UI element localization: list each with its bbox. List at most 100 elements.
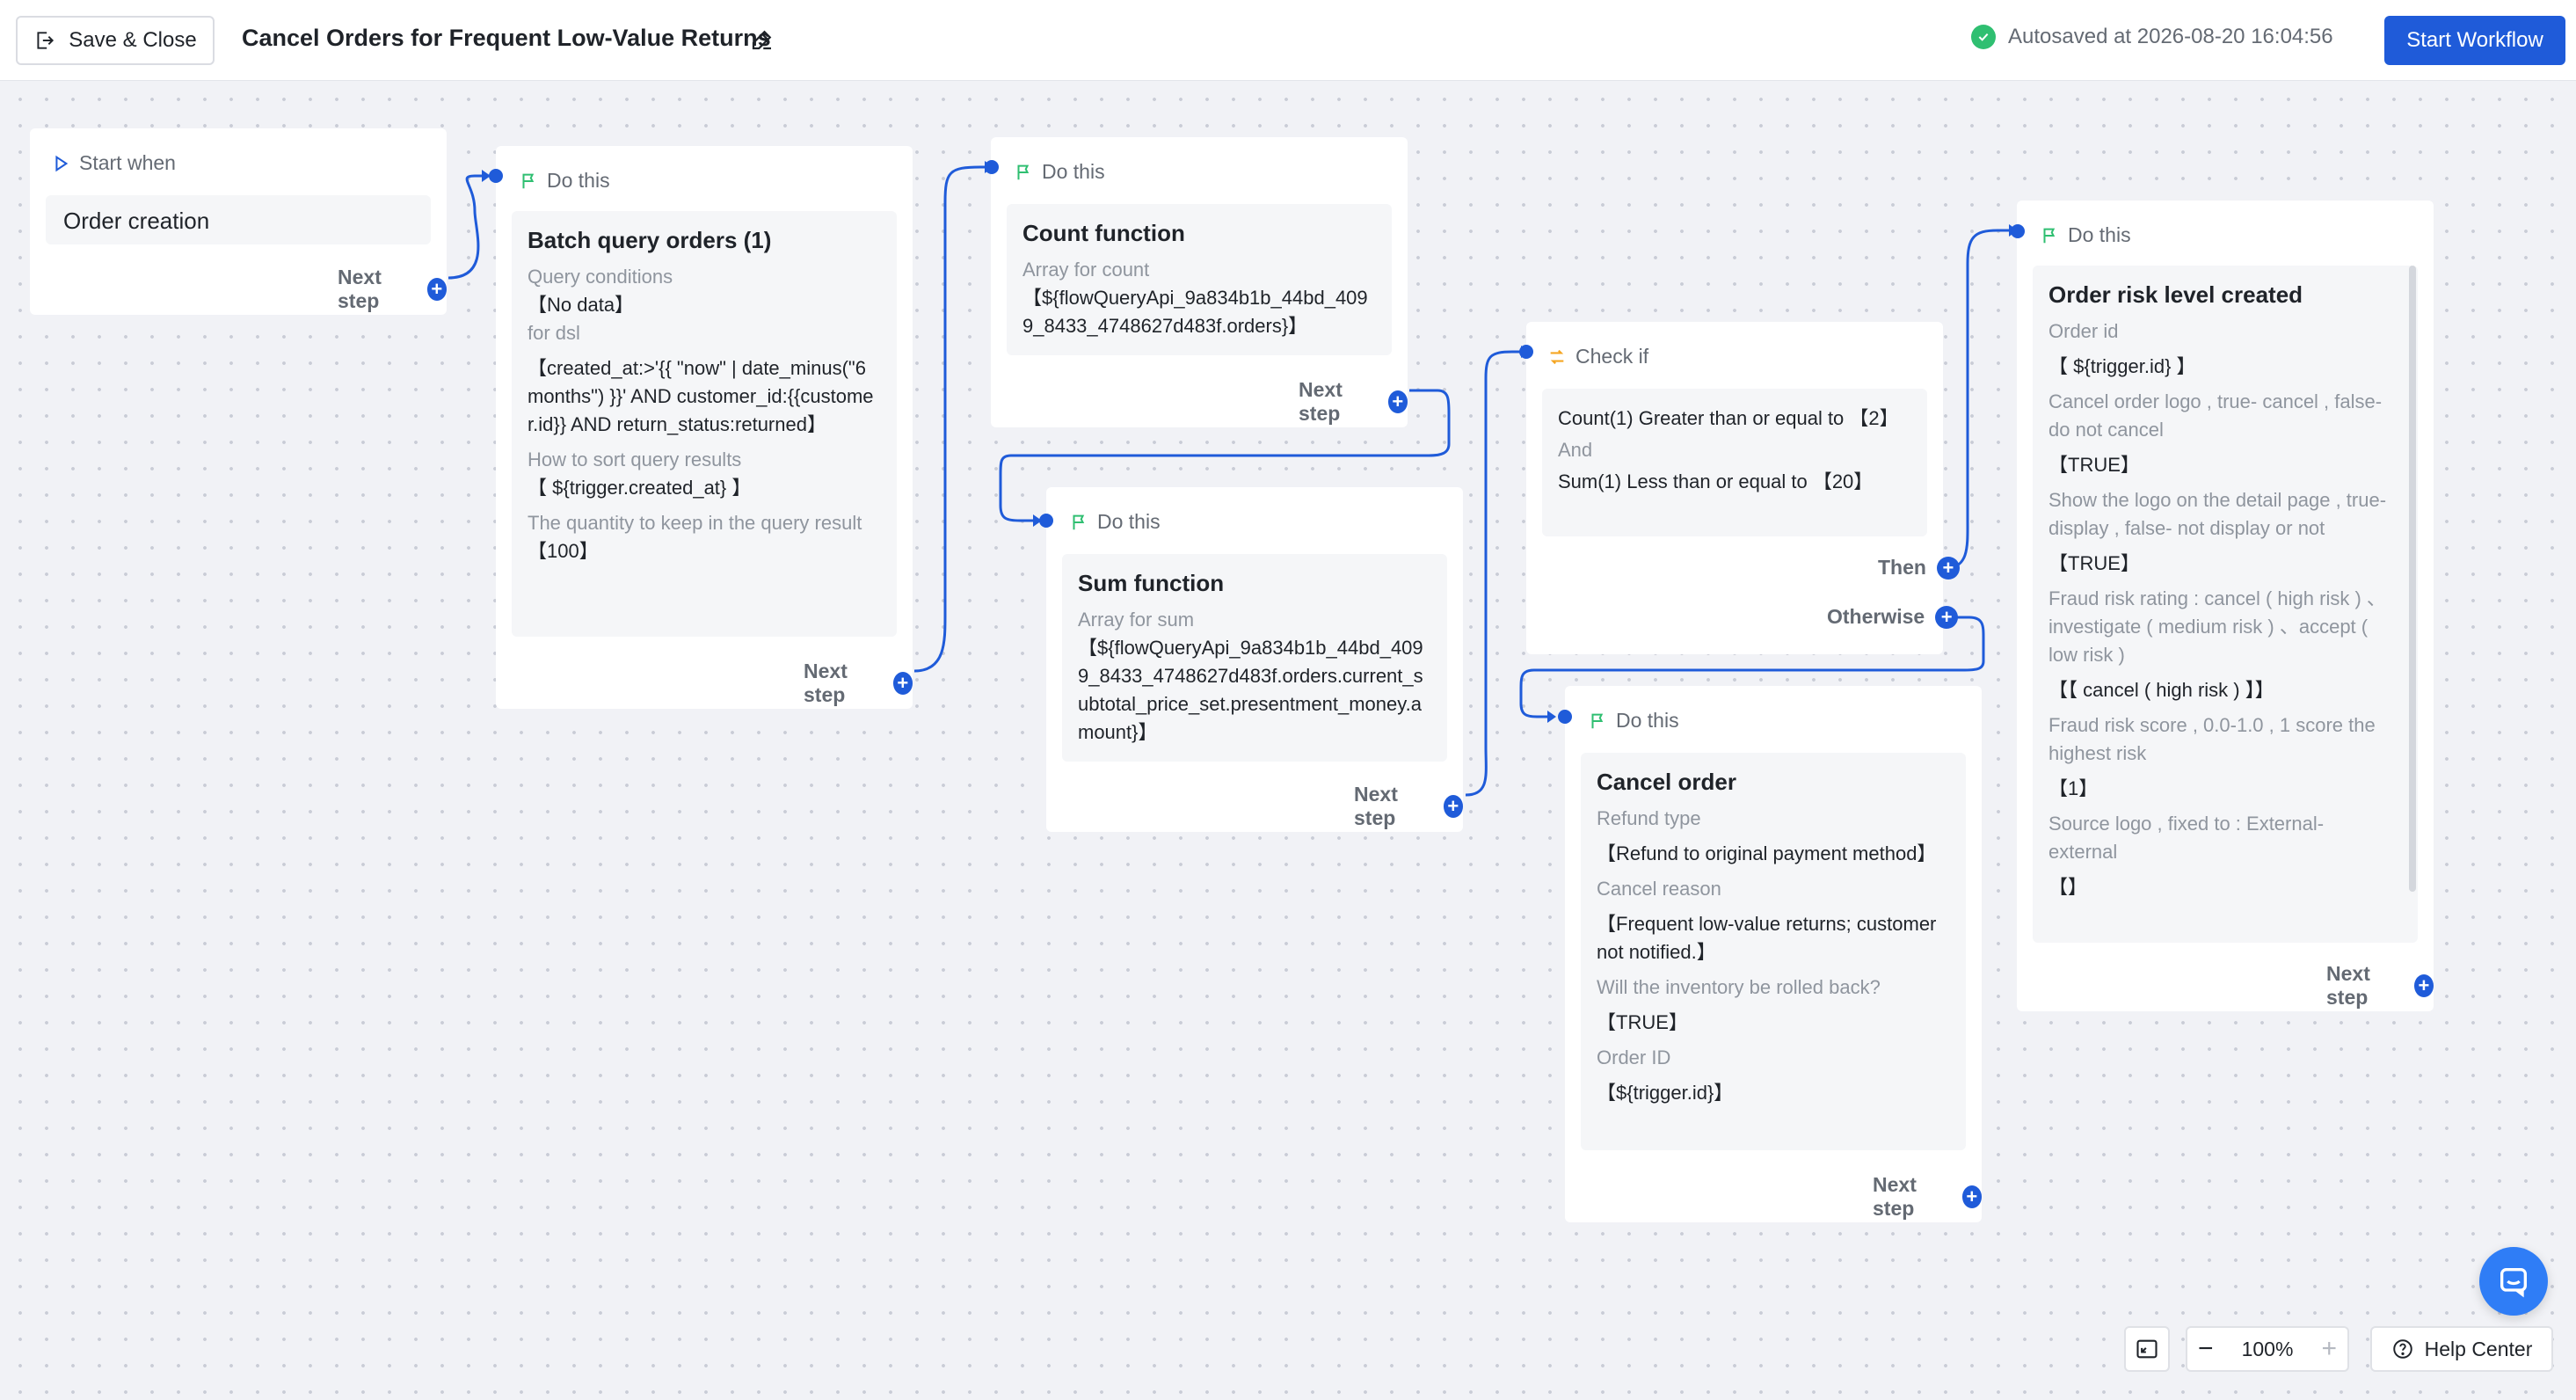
add-step-icon[interactable]: + [1387, 390, 1408, 413]
help-center-label: Help Center [2424, 1337, 2533, 1360]
add-step-icon[interactable]: + [1443, 795, 1463, 818]
add-step-icon[interactable]: + [892, 672, 913, 695]
count-function-card[interactable]: Do this Count function Array for count 【… [985, 137, 1408, 427]
save-close-label: Save & Close [69, 28, 197, 52]
input-port [1558, 710, 1572, 724]
card-scrollbar[interactable] [2409, 266, 2416, 892]
chat-icon [2500, 1268, 2527, 1298]
fit-screen-icon [2136, 1339, 2158, 1359]
flag-icon [1591, 713, 1604, 728]
input-port [1039, 514, 1053, 528]
field-value: 【1】 [2048, 777, 2099, 799]
next-step-link[interactable]: Next step + [338, 266, 447, 313]
help-center-button[interactable]: Help Center [2370, 1326, 2553, 1372]
card-head-label: Start when [79, 151, 176, 174]
input-port [2011, 224, 2025, 238]
then-label: Then [1878, 556, 1926, 579]
fit-view-button[interactable] [2124, 1326, 2170, 1372]
field-label: Source logo , fixed to : External-extern… [2048, 813, 2325, 863]
next-step-label: Next step [1873, 1173, 1917, 1220]
logic-and-label: And [1558, 439, 1593, 461]
zoom-in-icon[interactable]: + [2321, 1336, 2337, 1362]
pencil-icon[interactable] [749, 26, 775, 53]
condition-1: Count(1) Greater than or equal to 【2】 [1558, 407, 1899, 429]
next-step-link[interactable]: Next step + [2326, 962, 2434, 1010]
risk-level-card[interactable]: Do this Order risk level created Order i… [2011, 201, 2434, 1011]
zoom-level: 100% [2241, 1337, 2294, 1360]
next-step-label: Next step [804, 660, 848, 706]
field-value: 【 ${trigger.id} 】 [2048, 355, 2196, 377]
next-step-link[interactable]: Next step + [1354, 783, 1463, 830]
field-label: Order ID [1597, 1046, 1671, 1068]
field-label: Query conditions [528, 266, 673, 288]
field-value: 【TRUE】 [1597, 1011, 1688, 1033]
field-label: for dsl [528, 322, 580, 344]
add-step-icon[interactable]: + [1936, 556, 1960, 580]
field-value: 【【 cancel ( high risk ) 】】 [2048, 679, 2274, 701]
start-workflow-button[interactable]: Start Workflow [2384, 16, 2565, 65]
card-head-label: Do this [1097, 510, 1161, 533]
field-value: 【TRUE】 [2048, 552, 2140, 574]
field-label: The quantity to keep in the query result [528, 512, 862, 534]
add-step-icon[interactable]: + [426, 278, 447, 301]
autosave-text: Autosaved at 2026-08-20 16:04:56 [2008, 25, 2333, 48]
field-label: Will the inventory be rolled back? [1597, 976, 1881, 998]
condition-2: Sum(1) Less than or equal to 【20】 [1558, 470, 1874, 492]
field-label: Cancel reason [1597, 878, 1721, 900]
exit-icon [37, 32, 55, 49]
field-label: Array for count [1022, 259, 1150, 281]
action-title: Count function [1022, 220, 1185, 246]
field-value: 【】 [2048, 876, 2088, 898]
field-label: Refund type [1597, 807, 1701, 829]
field-label: How to sort query results [528, 448, 742, 470]
next-step-link[interactable]: Next step + [1299, 378, 1408, 426]
field-value: 【${flowQueryApi_9a834b1b_44bd_4099_8433_… [1022, 287, 1368, 337]
action-title: Sum function [1078, 570, 1225, 596]
then-branch-link[interactable]: Then + [1878, 556, 1960, 580]
play-outline-icon [55, 155, 69, 171]
next-step-link[interactable]: Next step + [804, 660, 913, 707]
field-value: 【100】 [528, 540, 599, 562]
card-head-label: Do this [2068, 223, 2131, 246]
action-title: Cancel order [1597, 769, 1736, 795]
card-head-label: Do this [547, 169, 610, 192]
check-circle-icon [1971, 25, 1996, 49]
save-close-button[interactable]: Save & Close [16, 16, 215, 65]
zoom-controls: − 100% + [2186, 1326, 2349, 1372]
field-label: Fraud risk rating : cancel ( high risk )… [2048, 587, 2386, 666]
next-step-label: Next step [1299, 378, 1343, 425]
otherwise-branch-link[interactable]: Otherwise + [1827, 605, 1959, 629]
zoom-out-icon[interactable]: − [2198, 1336, 2214, 1362]
next-step-label: Next step [2326, 962, 2370, 1009]
field-value: 【Frequent low-value returns; customer no… [1597, 913, 1937, 963]
field-label: Fraud risk score , 0.0-1.0 , 1 score the… [2048, 714, 2376, 764]
chat-support-button[interactable] [2479, 1247, 2548, 1316]
field-label: Array for sum [1078, 609, 1195, 631]
card-head-label: Do this [1042, 160, 1105, 183]
next-step-label: Next step [338, 266, 382, 312]
action-title: Batch query orders (1) [528, 227, 772, 253]
add-step-icon[interactable]: + [1935, 605, 1959, 629]
branch-icon [1550, 349, 1564, 364]
field-value: 【created_at:>'{{ "now" | date_minus("6 m… [528, 357, 874, 435]
add-step-icon[interactable]: + [2413, 974, 2434, 997]
next-step-link[interactable]: Next step + [1873, 1173, 1982, 1221]
flag-icon [1017, 164, 1030, 179]
field-label: Show the logo on the detail page , true-… [2048, 489, 2387, 539]
question-icon [2392, 1339, 2412, 1359]
sum-function-card[interactable]: Do this Sum function Array for sum 【${fl… [1039, 487, 1463, 832]
add-step-icon[interactable]: + [1961, 1185, 1982, 1208]
top-bar: Save & Close Cancel Orders for Frequent … [0, 0, 2576, 81]
condition-card[interactable]: Check if Count(1) Greater than or equal … [1519, 322, 1960, 654]
trigger-card[interactable]: Start when Order creation Next step + [30, 128, 447, 315]
input-port [985, 160, 999, 174]
field-label: Cancel order logo , true- cancel , false… [2048, 390, 2383, 441]
cancel-order-card[interactable]: Do this Cancel order Refund type 【Refund… [1558, 686, 1982, 1222]
otherwise-label: Otherwise [1827, 605, 1925, 628]
field-value: 【${trigger.id}】 [1597, 1082, 1734, 1104]
batch-query-card[interactable]: Do this Batch query orders (1) Query con… [489, 146, 913, 709]
trigger-title: Order creation [63, 208, 210, 234]
card-head-label: Do this [1616, 709, 1679, 732]
input-port [489, 169, 503, 183]
field-value: 【Refund to original payment method】 [1597, 842, 1937, 864]
